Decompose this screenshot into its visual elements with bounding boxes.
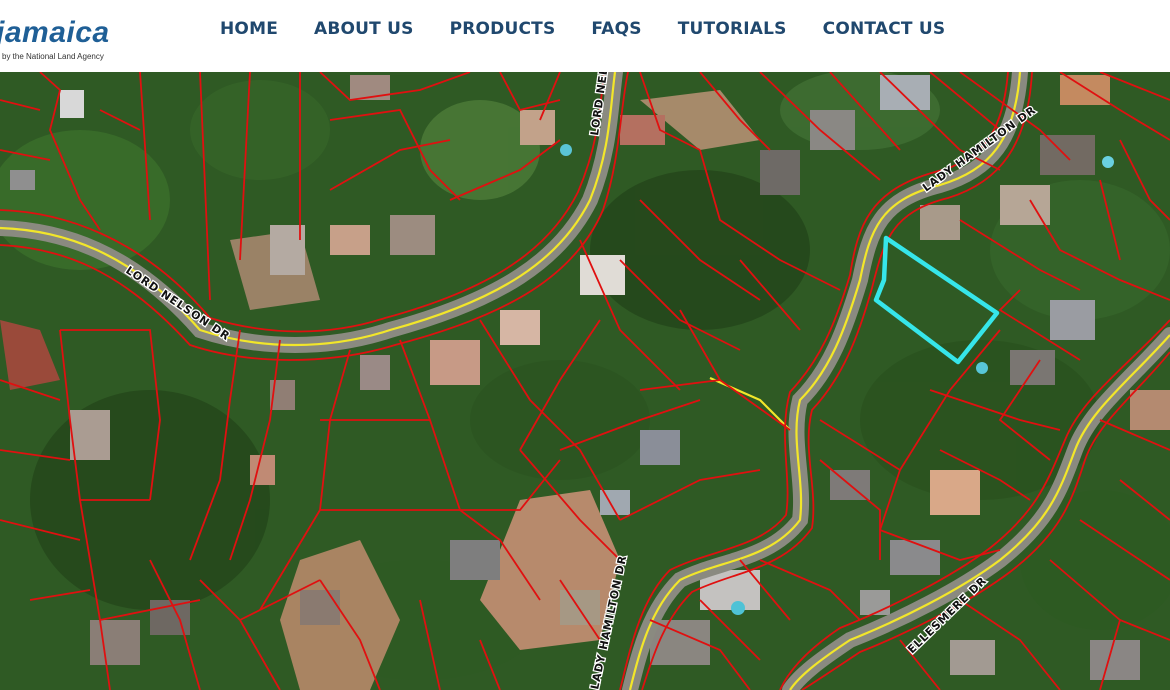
nav-about-us[interactable]: ABOUT US [314, 18, 414, 42]
nav-contact-us[interactable]: CONTACT US [823, 18, 946, 42]
parcel-map[interactable]: LORD NELSON DR LORD NEL LADY HAMILTON DR… [0, 72, 1170, 690]
nav-tutorials[interactable]: TUTORIALS [678, 18, 787, 42]
nav-products[interactable]: PRODUCTS [450, 18, 556, 42]
nav-faqs[interactable]: FAQS [591, 18, 641, 42]
site-logo[interactable]: jamaica by the National Land Agency [0, 16, 136, 66]
logo-wordmark: jamaica [0, 16, 110, 49]
site-header: jamaica by the National Land Agency HOME… [0, 0, 1170, 72]
nav-home[interactable]: HOME [220, 18, 278, 42]
logo-tagline: by the National Land Agency [2, 52, 104, 61]
map-canvas[interactable]: LORD NELSON DR LORD NEL LADY HAMILTON DR… [0, 72, 1170, 690]
main-nav: HOME ABOUT US PRODUCTS FAQS TUTORIALS CO… [220, 18, 981, 42]
